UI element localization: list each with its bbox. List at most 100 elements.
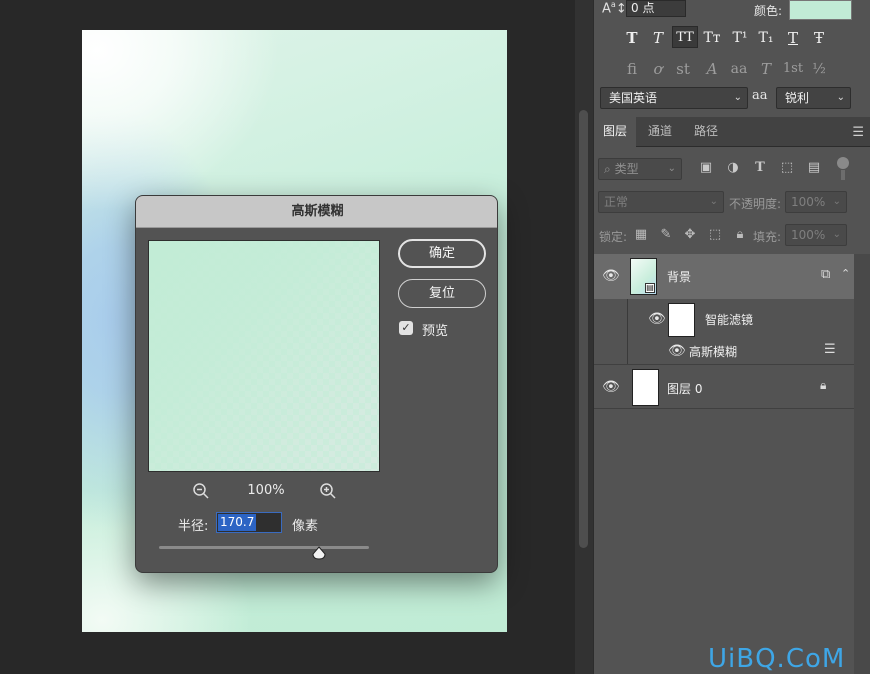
- eye-icon[interactable]: 👁︎: [648, 311, 666, 327]
- chevron-down-icon: ⌄: [709, 196, 718, 207]
- all-caps-button[interactable]: TT: [672, 26, 698, 48]
- layers-list: 👁︎ ▤ 背景 ⧉ ⌃ 👁︎ 智能滤镜 👁︎ 高斯模糊 ☰ 👁︎ 图层 0 🔒︎: [594, 254, 854, 674]
- unit-label: 像素: [292, 519, 319, 534]
- filter-kind-value: 类型: [614, 162, 639, 176]
- antialias-select[interactable]: 锐利 ⌄: [776, 87, 851, 109]
- layers-panel-tabs: 图层 通道 路径 ☰: [594, 117, 870, 147]
- shape-layer-filter-icon[interactable]: ⬚: [779, 160, 795, 176]
- preview-checkbox[interactable]: ✓: [399, 321, 413, 335]
- opacity-value: 100%: [791, 195, 826, 209]
- fill-value: 100%: [791, 228, 826, 242]
- scrollbar-thumb[interactable]: [579, 110, 588, 548]
- zoom-level: 100%: [247, 483, 285, 498]
- opacity-label: 不透明度:: [729, 197, 782, 211]
- smart-filters-row[interactable]: 👁︎ 智能滤镜: [627, 299, 854, 337]
- old-style-button[interactable]: ơ: [647, 58, 669, 80]
- tracking-input[interactable]: 0 点: [626, 0, 686, 17]
- blend-mode-select[interactable]: 正常 ⌄: [598, 191, 724, 213]
- ligatures-button[interactable]: fi: [621, 58, 643, 80]
- opacity-input[interactable]: 100% ⌄: [785, 191, 847, 213]
- chevron-down-icon: ⌄: [836, 92, 845, 103]
- chevron-down-icon: ⌄: [667, 163, 676, 174]
- dialog-title[interactable]: 高斯模糊: [136, 196, 497, 228]
- filter-toggle-switch[interactable]: [836, 157, 850, 181]
- smart-filters-icon[interactable]: ⧉: [821, 267, 830, 282]
- smart-object-badge-icon: ▤: [645, 283, 655, 293]
- chevron-up-icon[interactable]: ⌃: [841, 267, 850, 280]
- eye-icon[interactable]: 👁︎: [602, 268, 620, 284]
- language-select[interactable]: 美国英语 ⌄: [600, 87, 748, 109]
- zoom-in-icon[interactable]: [319, 482, 337, 500]
- eye-icon[interactable]: 👁︎: [668, 343, 686, 359]
- smart-filters-label: 智能滤镜: [705, 313, 754, 327]
- site-watermark: UiBQ.CoM: [708, 644, 846, 674]
- filter-mask-thumbnail[interactable]: [668, 303, 695, 337]
- layer-row-background[interactable]: 👁︎ ▤ 背景 ⧉ ⌃: [594, 254, 854, 299]
- layer-thumbnail: ▤: [630, 258, 657, 295]
- antialias-icon: aa: [752, 88, 768, 103]
- tab-channels[interactable]: 通道: [638, 117, 682, 147]
- swash-button[interactable]: A: [701, 58, 723, 80]
- smart-object-filter-icon[interactable]: ▤: [806, 160, 822, 176]
- lock-position-icon[interactable]: ✥: [682, 227, 698, 243]
- radius-slider-thumb[interactable]: [312, 546, 326, 560]
- lock-all-icon[interactable]: 🔒︎: [732, 227, 748, 243]
- filter-row-gaussian-blur[interactable]: 👁︎ 高斯模糊 ☰: [627, 337, 854, 364]
- filter-name[interactable]: 高斯模糊: [689, 343, 737, 360]
- layer-name[interactable]: 图层 0: [667, 380, 702, 397]
- ok-button[interactable]: 确定: [398, 239, 486, 268]
- lock-label: 锁定:: [599, 230, 628, 244]
- radius-slider-track[interactable]: [159, 546, 369, 549]
- discretionary-ligatures-button[interactable]: st: [672, 58, 694, 80]
- chevron-down-icon: ⌄: [733, 92, 742, 103]
- type-layer-filter-icon[interactable]: T: [752, 160, 768, 176]
- tab-paths[interactable]: 路径: [684, 117, 728, 147]
- fill-label: 填充:: [753, 230, 782, 244]
- radius-value: 170.7: [218, 514, 257, 531]
- tab-layers[interactable]: 图层: [594, 117, 636, 147]
- panel-menu-icon[interactable]: ☰: [852, 125, 864, 140]
- fractions-button[interactable]: ½: [808, 58, 830, 80]
- layer-filter-kind-select[interactable]: ⌕ 类型 ⌄: [598, 158, 682, 180]
- blending-options-icon[interactable]: ☰: [824, 342, 836, 357]
- underline-button[interactable]: T: [782, 27, 804, 49]
- preview-label: 预览: [422, 324, 449, 339]
- lock-icon: 🔒︎: [820, 378, 827, 392]
- zoom-out-icon[interactable]: [192, 482, 210, 500]
- reset-button[interactable]: 复位: [398, 279, 486, 308]
- antialias-value: 锐利: [785, 91, 810, 105]
- tracking-icon: Aa↕: [602, 0, 627, 17]
- blend-mode-value: 正常: [604, 195, 629, 209]
- chevron-down-icon: ⌄: [832, 229, 841, 240]
- layer-row-layer-0[interactable]: 👁︎ 图层 0 🔒︎: [594, 364, 854, 409]
- search-icon: ⌕: [604, 162, 611, 176]
- adjustment-layer-filter-icon[interactable]: ◑: [725, 160, 741, 176]
- layer-thumbnail: [632, 369, 659, 406]
- fill-input[interactable]: 100% ⌄: [785, 224, 847, 246]
- text-color-swatch[interactable]: [789, 0, 852, 20]
- faux-italic-button[interactable]: T: [647, 27, 669, 49]
- canvas-scrollbar[interactable]: [575, 0, 593, 674]
- layers-scrollbar[interactable]: [854, 254, 870, 674]
- lock-transparency-icon[interactable]: ▦: [633, 227, 649, 243]
- faux-bold-button[interactable]: T: [621, 27, 643, 49]
- pixel-layer-filter-icon[interactable]: ▣: [698, 160, 714, 176]
- radius-input[interactable]: 170.7: [216, 512, 282, 533]
- radius-label: 半径:: [178, 519, 209, 534]
- color-label: 颜色:: [754, 4, 783, 18]
- prevent-autonest-icon[interactable]: ⬚: [707, 227, 723, 243]
- language-value: 美国英语: [609, 91, 658, 105]
- ordinals-button[interactable]: 1st: [780, 58, 806, 80]
- small-caps-button[interactable]: Tт: [701, 27, 723, 49]
- chevron-down-icon: ⌄: [832, 196, 841, 207]
- stylistic-alternates-button[interactable]: aa: [727, 58, 751, 80]
- preview-image: [149, 241, 379, 471]
- subscript-button[interactable]: T₁: [755, 27, 777, 49]
- layer-name[interactable]: 背景: [667, 268, 691, 285]
- superscript-button[interactable]: T¹: [729, 27, 751, 49]
- lock-image-pixels-icon[interactable]: ✎: [658, 227, 674, 243]
- filter-preview[interactable]: [148, 240, 380, 472]
- eye-icon[interactable]: 👁︎: [602, 379, 620, 395]
- strikethrough-button[interactable]: Ŧ: [808, 27, 830, 49]
- titling-alternates-button[interactable]: T: [755, 58, 777, 80]
